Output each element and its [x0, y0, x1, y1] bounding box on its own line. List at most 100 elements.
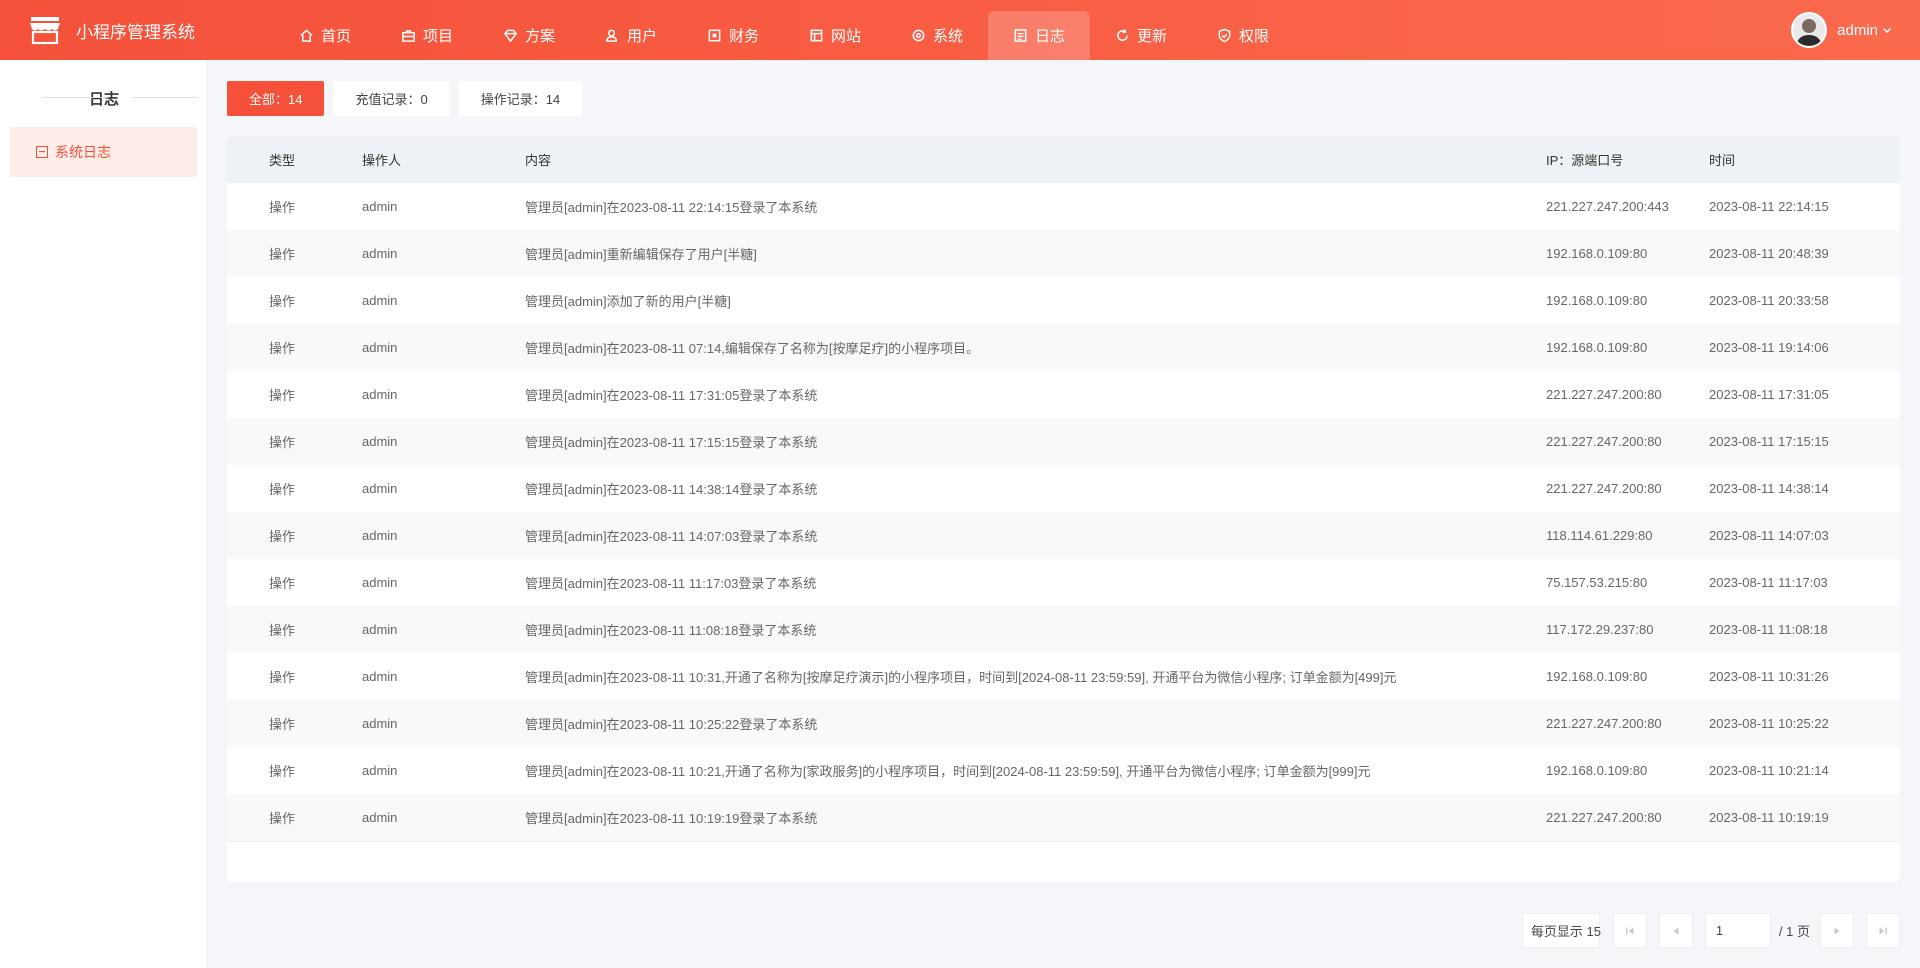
- store-icon: [28, 15, 62, 45]
- cell-time: 2023-08-11 19:14:06: [1709, 340, 1829, 355]
- cell-time: 2023-08-11 11:08:18: [1709, 622, 1828, 637]
- table-row: 操作 admin 管理员[admin]在2023-08-11 10:21,开通了名称…: [227, 747, 1900, 794]
- user-menu[interactable]: admin: [1791, 0, 1892, 60]
- nav-label: 系统: [932, 28, 963, 45]
- briefcase-icon: [401, 28, 417, 44]
- sidebar-item-system-log[interactable]: 系统日志: [10, 127, 197, 177]
- cell-ip: 221.227.247.200:80: [1546, 716, 1662, 731]
- cell-operator: admin: [362, 669, 398, 684]
- cell-time: 2023-08-11 22:14:15: [1709, 199, 1829, 214]
- prev-page-button[interactable]: [1658, 913, 1693, 948]
- cell-content: 管理员[admin]在2023-08-11 22:14:15登录了本系统: [525, 200, 818, 215]
- nav-item-finance[interactable]: 财务: [682, 11, 784, 60]
- table-row: 操作 admin 管理员[admin]在2023-08-11 11:17:03登录了…: [227, 559, 1900, 606]
- app-title: 小程序管理系统: [76, 22, 195, 42]
- table-row: 操作 admin 管理员[admin]在2023-08-11 10:19:19登录了…: [227, 794, 1900, 841]
- cell-content: 管理员[admin]在2023-08-11 10:21,开通了名称为[家政服务]…: [525, 764, 1371, 779]
- nav-label: 用户: [626, 28, 657, 45]
- sidebar: 日志 系统日志: [0, 60, 208, 968]
- table-row: 操作 admin 管理员[admin]在2023-08-11 11:08:18登录了…: [227, 606, 1900, 653]
- cell-content: 管理员[admin]在2023-08-11 14:38:14登录了本系统: [525, 482, 818, 497]
- cell-ip: 221.227.247.200:80: [1546, 810, 1662, 825]
- cell-ip: 221.227.247.200:80: [1546, 387, 1662, 402]
- cell-content: 管理员[admin]在2023-08-11 10:31,开通了名称为[按摩足疗演…: [525, 670, 1397, 685]
- user-name: admin: [1837, 21, 1878, 39]
- cell-time: 2023-08-11 20:33:58: [1709, 293, 1829, 308]
- cell-type: 操作: [269, 529, 296, 544]
- column-header-content: 内容: [525, 153, 552, 168]
- cell-ip: 192.168.0.109:80: [1546, 246, 1648, 261]
- nav-label: 更新: [1136, 28, 1167, 45]
- last-page-button[interactable]: [1866, 913, 1900, 948]
- cell-type: 操作: [269, 200, 296, 215]
- tab-all[interactable]: 全部：14: [227, 81, 325, 116]
- nav-label: 首页: [320, 28, 351, 45]
- nav-item-website[interactable]: 网站: [784, 11, 886, 60]
- table-row: 操作 admin 管理员[admin]在2023-08-11 17:15:15登录了…: [227, 418, 1900, 465]
- column-header-type: 类型: [269, 153, 296, 168]
- nav-item-logs[interactable]: 日志: [988, 11, 1090, 60]
- brand[interactable]: 小程序管理系统: [28, 0, 195, 60]
- nav-item-system[interactable]: 系统: [886, 11, 988, 60]
- cell-type: 操作: [269, 388, 296, 403]
- cell-time: 2023-08-11 14:07:03: [1709, 528, 1829, 543]
- cell-type: 操作: [269, 717, 296, 732]
- cell-operator: admin: [362, 716, 398, 731]
- table-body: 操作 admin 管理员[admin]在2023-08-11 22:14:15登录了…: [227, 183, 1900, 842]
- page-size-select[interactable]: 每页显示 15: [1521, 913, 1601, 948]
- last-page-icon: [1879, 927, 1887, 934]
- nav-item-users[interactable]: 用户: [580, 11, 682, 60]
- cell-content: 管理员[admin]在2023-08-11 10:19:19登录了本系统: [525, 811, 818, 826]
- cell-type: 操作: [269, 341, 296, 356]
- cell-time: 2023-08-11 10:25:22: [1709, 716, 1829, 731]
- column-header-operator: 操作人: [362, 153, 402, 168]
- cell-operator: admin: [362, 575, 398, 590]
- table-row: 操作 admin 管理员[admin]重新编辑保存了用户[半糖] 192.168.0.…: [227, 230, 1900, 277]
- table-row: 操作 admin 管理员[admin]在2023-08-11 10:31,开通了名称…: [227, 653, 1900, 700]
- tab-recharge-records[interactable]: 充值记录：0: [333, 81, 450, 116]
- cell-operator: admin: [362, 528, 398, 543]
- cell-content: 管理员[admin]在2023-08-11 11:08:18登录了本系统: [525, 623, 817, 638]
- diamond-icon: [503, 28, 519, 44]
- nav-label: 项目: [422, 28, 453, 45]
- column-header-time: 时间: [1709, 153, 1736, 168]
- nav-item-permissions[interactable]: 权限: [1192, 11, 1294, 60]
- tab-operation-records[interactable]: 操作记录：14: [458, 81, 583, 116]
- cell-type: 操作: [269, 482, 296, 497]
- gear-icon: [911, 28, 927, 44]
- cell-time: 2023-08-11 17:31:05: [1709, 387, 1829, 402]
- filter-tabs: 全部：14 充值记录：0 操作记录：14: [227, 81, 591, 116]
- cell-type: 操作: [269, 764, 296, 779]
- cell-content: 管理员[admin]在2023-08-11 14:07:03登录了本系统: [525, 529, 818, 544]
- users-icon: [605, 28, 621, 44]
- nav-item-plans[interactable]: 方案: [478, 11, 580, 60]
- table-row: 操作 admin 管理员[admin]添加了新的用户[半糖] 192.168.0.10…: [227, 277, 1900, 324]
- cell-time: 2023-08-11 20:48:39: [1709, 246, 1829, 261]
- website-icon: [809, 28, 825, 44]
- cell-operator: admin: [362, 810, 398, 825]
- cell-content: 管理员[admin]在2023-08-11 17:31:05登录了本系统: [525, 388, 818, 403]
- log-icon: [36, 146, 48, 158]
- table-row: 操作 admin 管理员[admin]在2023-08-11 22:14:15登录了…: [227, 183, 1900, 230]
- table-row: 操作 admin 管理员[admin]在2023-08-11 14:38:14登录了…: [227, 465, 1900, 512]
- table-row: 操作 admin 管理员[admin]在2023-08-11 10:25:22登录了…: [227, 700, 1900, 747]
- first-page-button[interactable]: [1612, 913, 1647, 948]
- cell-content: 管理员[admin]在2023-08-11 11:17:03登录了本系统: [525, 576, 817, 591]
- nav-item-projects[interactable]: 项目: [376, 11, 478, 60]
- prev-page-icon: [1673, 927, 1679, 934]
- cell-type: 操作: [269, 294, 296, 309]
- nav-item-home[interactable]: 首页: [274, 11, 376, 60]
- cell-ip: 221.227.247.200:80: [1546, 434, 1662, 449]
- finance-icon: [707, 28, 723, 44]
- table-row: 操作 admin 管理员[admin]在2023-08-11 17:31:05登录了…: [227, 371, 1900, 418]
- cell-ip: 75.157.53.215:80: [1546, 575, 1648, 590]
- cell-content: 管理员[admin]在2023-08-11 17:15:15登录了本系统: [525, 435, 818, 450]
- next-page-button[interactable]: [1820, 913, 1854, 948]
- nav-label: 网站: [830, 28, 861, 45]
- nav-item-updates[interactable]: 更新: [1090, 11, 1192, 60]
- cell-time: 2023-08-11 10:19:19: [1709, 810, 1829, 825]
- table-row: 操作 admin 管理员[admin]在2023-08-11 14:07:03登录了…: [227, 512, 1900, 559]
- page-number-input[interactable]: [1704, 913, 1771, 948]
- cell-ip: 192.168.0.109:80: [1546, 669, 1648, 684]
- cell-time: 2023-08-11 10:31:26: [1709, 669, 1829, 684]
